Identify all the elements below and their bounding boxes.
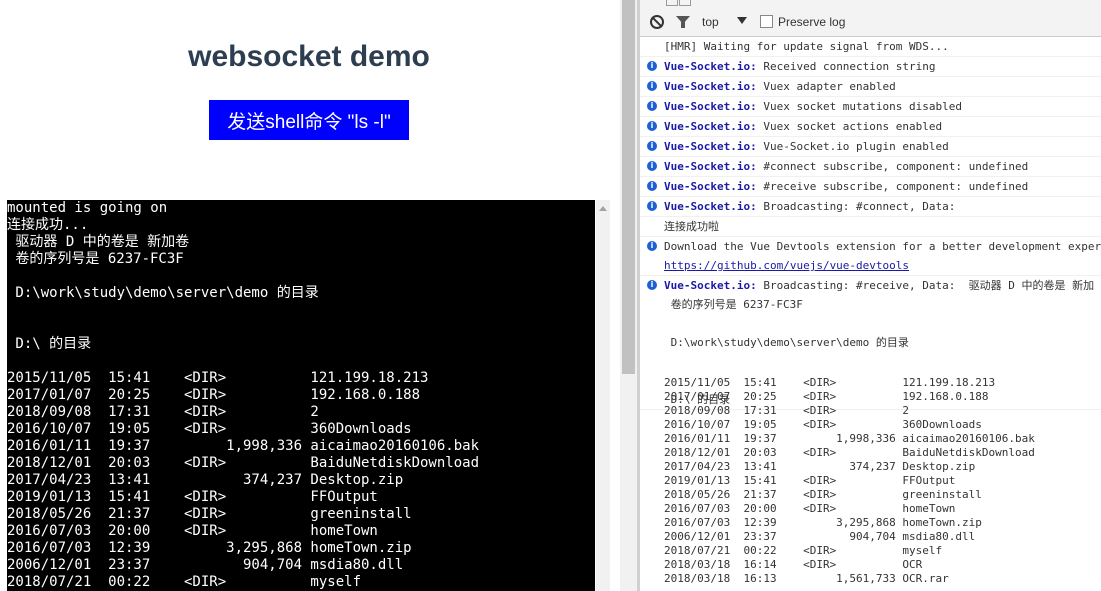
- console-message: i Vue-Socket.io: #connect subscribe, comp…: [640, 157, 1101, 177]
- message-source: Vue-Socket.io:: [664, 180, 757, 193]
- message-text: Vuex socket mutations disabled: [756, 100, 963, 113]
- console-messages: [HMR] Waiting for update signal from WDS…: [640, 37, 1101, 410]
- app-page: websocket demo 发送shell命令 "ls -l" mounted…: [0, 0, 620, 591]
- info-icon: i: [647, 241, 657, 251]
- message-link[interactable]: https://github.com/vuejs/vue-devtools: [664, 259, 909, 272]
- context-selector[interactable]: top: [702, 15, 719, 29]
- inspect-icon[interactable]: [666, 0, 678, 6]
- info-icon: i: [647, 101, 657, 111]
- message-text: [HMR] Waiting for update signal from WDS…: [664, 40, 949, 53]
- console-message: [HMR] Waiting for update signal from WDS…: [640, 37, 1101, 57]
- message-source: Vue-Socket.io:: [664, 60, 757, 73]
- console-message: i Vue-Socket.io: Vuex adapter enabled: [640, 77, 1101, 97]
- info-icon: i: [647, 161, 657, 171]
- message-text: Received connection string: [756, 60, 936, 73]
- console-toolbar: top Preserve log: [640, 8, 1101, 37]
- message-text: #connect subscribe, component: undefined: [756, 160, 1029, 173]
- console-message: i Vue-Socket.io: #receive subscribe, comp…: [640, 177, 1101, 197]
- message-text: Vue-Socket.io plugin enabled: [756, 140, 949, 153]
- console-message: i Vue-Socket.io: Broadcasting: #connect, …: [640, 197, 1101, 217]
- message-source: Vue-Socket.io:: [664, 80, 757, 93]
- console-message: i Vue-Socket.io: Vue-Socket.io plugin ena…: [640, 137, 1101, 157]
- filter-icon[interactable]: [676, 16, 690, 28]
- message-text: Vuex socket actions enabled: [756, 120, 943, 133]
- message-text: Vuex adapter enabled: [756, 80, 896, 93]
- message-source: Vue-Socket.io:: [664, 279, 757, 292]
- console-message: 连接成功啦: [640, 217, 1101, 237]
- preserve-log-checkbox[interactable]: [760, 15, 773, 28]
- message-text: Broadcasting: #receive, Data: 驱动器 D 中的卷是…: [756, 279, 1095, 292]
- message-source: Vue-Socket.io:: [664, 120, 757, 133]
- page-scrollbar-thumb[interactable]: [622, 0, 635, 374]
- info-icon: i: [647, 280, 657, 290]
- info-icon: i: [647, 141, 657, 151]
- info-icon: i: [647, 121, 657, 131]
- console-dir-listing: 2015/11/05 15:41 <DIR> 121.199.18.213 20…: [664, 376, 1035, 585]
- message-text: #receive subscribe, component: undefined: [756, 180, 1029, 193]
- terminal-scrollbar[interactable]: [596, 200, 610, 591]
- console-message: i Vue-Socket.io: Vuex socket actions enab…: [640, 117, 1101, 137]
- console-message: i Download the Vue Devtools extension for…: [640, 237, 1101, 276]
- message-source: Vue-Socket.io:: [664, 200, 757, 213]
- scroll-up-arrow-icon[interactable]: [599, 206, 607, 211]
- preserve-log-label[interactable]: Preserve log: [778, 15, 845, 29]
- page-scrollbar[interactable]: [620, 0, 637, 591]
- clear-console-icon[interactable]: [650, 15, 664, 29]
- message-text: 连接成功啦: [664, 220, 719, 233]
- message-source: Vue-Socket.io:: [664, 100, 757, 113]
- message-source: Vue-Socket.io:: [664, 160, 757, 173]
- info-icon: i: [647, 81, 657, 91]
- terminal-output: mounted is going on 连接成功... 驱动器 D 中的卷是 新…: [7, 200, 595, 591]
- page-title: websocket demo: [188, 40, 430, 73]
- chevron-down-icon[interactable]: [737, 17, 747, 24]
- message-text: Broadcasting: #connect, Data:: [756, 200, 956, 213]
- devtools-tabbar: [640, 0, 1101, 8]
- console-message: i Vue-Socket.io: Received connection stri…: [640, 57, 1101, 77]
- terminal-text: mounted is going on 连接成功... 驱动器 D 中的卷是 新…: [7, 200, 480, 590]
- message-source: Vue-Socket.io:: [664, 140, 757, 153]
- info-icon: i: [647, 201, 657, 211]
- message-text: Download the Vue Devtools extension for …: [664, 240, 1101, 253]
- console-message: i Vue-Socket.io: Vuex socket mutations di…: [640, 97, 1101, 117]
- info-icon: i: [647, 61, 657, 71]
- send-shell-command-button[interactable]: 发送shell命令 "ls -l": [209, 100, 409, 140]
- info-icon: i: [647, 181, 657, 191]
- device-toggle-icon[interactable]: [679, 0, 691, 6]
